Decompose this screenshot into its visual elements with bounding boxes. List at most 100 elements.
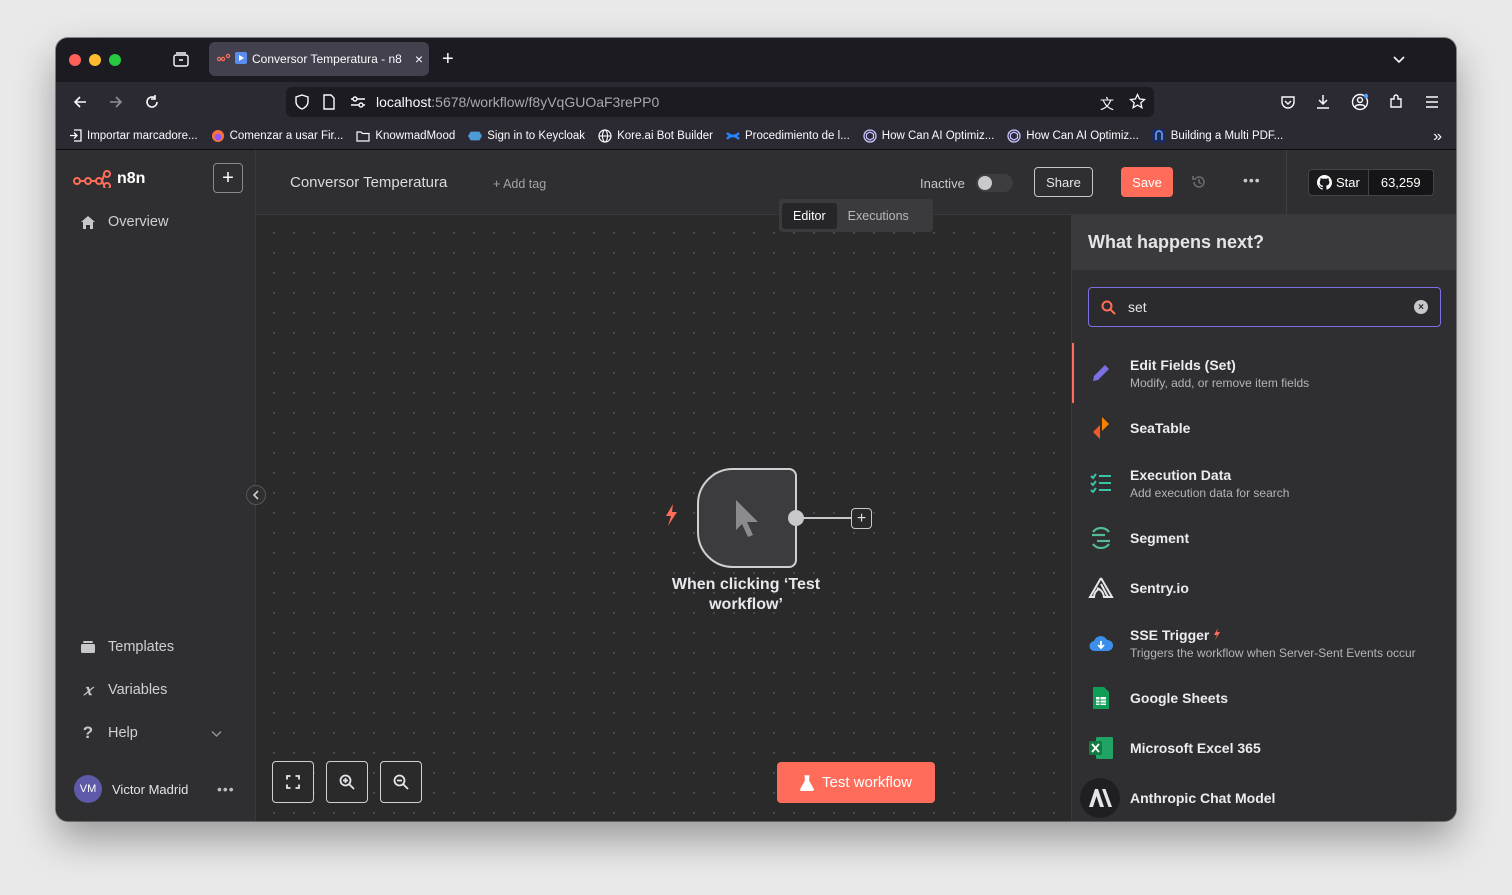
minimize-window-button[interactable] — [89, 54, 101, 66]
list-item-segment[interactable]: Segment — [1072, 513, 1456, 563]
tab-executions[interactable]: Executions — [837, 203, 920, 229]
forward-icon[interactable] — [106, 92, 126, 112]
ai-site-icon — [1007, 128, 1021, 143]
tab-strip: Conversor Temperatura - n8 × + — [56, 38, 1456, 82]
firefox-icon — [211, 129, 225, 143]
shield-icon[interactable] — [294, 94, 310, 115]
permissions-icon[interactable] — [350, 95, 366, 114]
help-icon: ? — [82, 723, 94, 742]
node-search-input[interactable]: set × — [1088, 287, 1441, 327]
sidebar: n8n + Overview Templates 𝑥 Variables ? H… — [56, 150, 256, 821]
bookmark-item[interactable]: Procedimiento de l... — [725, 129, 850, 143]
zoom-out-icon — [393, 774, 409, 790]
play-favicon-icon — [235, 51, 247, 67]
anthropic-icon — [1080, 778, 1120, 818]
workflow-canvas[interactable]: + When clicking ‘Test workflow’ Test wor… — [256, 215, 1071, 821]
list-item-edit-fields[interactable]: Edit Fields (Set) Modify, add, or remove … — [1072, 343, 1456, 403]
workflow-name[interactable]: Conversor Temperatura — [290, 174, 447, 191]
sidebar-item-label: Variables — [108, 682, 168, 698]
collapse-sidebar-button[interactable] — [246, 485, 266, 505]
zoom-out-button[interactable] — [380, 761, 422, 803]
add-tag-button[interactable]: + Add tag — [493, 177, 546, 191]
back-icon[interactable] — [70, 92, 90, 112]
segment-icon — [1088, 525, 1114, 551]
flask-icon — [800, 774, 814, 791]
user-profile[interactable]: VM Victor Madrid — [74, 775, 188, 803]
n8n-app: n8n + Overview Templates 𝑥 Variables ? H… — [56, 150, 1456, 821]
zoom-in-button[interactable] — [326, 761, 368, 803]
menu-icon[interactable] — [1422, 92, 1442, 112]
bookmark-item[interactable]: KnowmadMood — [356, 129, 455, 143]
trigger-bolt-icon — [664, 504, 678, 531]
sidebar-item-variables[interactable]: 𝑥 Variables — [80, 681, 168, 699]
list-item-execution-data[interactable]: Execution Data Add execution data for sea… — [1072, 453, 1456, 513]
bookmark-item[interactable]: Building a Multi PDF... — [1151, 128, 1283, 143]
reload-icon[interactable] — [142, 92, 162, 112]
blog-icon — [1151, 128, 1166, 143]
url-bar[interactable]: localhost:5678/workflow/f8yVqGUOaF3rePP0… — [286, 87, 1154, 117]
checklist-icon — [1088, 470, 1114, 496]
add-workflow-button[interactable]: + — [213, 163, 243, 193]
bookmark-star-icon[interactable] — [1128, 92, 1147, 115]
history-icon[interactable] — [1191, 174, 1207, 195]
browser-tab-active[interactable]: Conversor Temperatura - n8 × — [209, 42, 429, 76]
tab-overview-icon[interactable] — [172, 51, 190, 69]
chevron-down-icon[interactable] — [211, 725, 222, 743]
translate-icon[interactable]: 文 — [1100, 94, 1114, 114]
user-menu-icon[interactable]: ••• — [217, 781, 235, 797]
workflow-menu-icon[interactable]: ••• — [1243, 172, 1261, 188]
manual-trigger-node[interactable] — [697, 468, 797, 568]
bookmarks-bar: Importar marcadore... Comenzar a usar Fi… — [56, 122, 1456, 150]
downloads-icon[interactable] — [1313, 92, 1333, 112]
tab-editor[interactable]: Editor — [782, 202, 837, 229]
test-workflow-label: Test workflow — [821, 774, 913, 791]
sidebar-item-help[interactable]: ? Help — [80, 723, 138, 742]
logo-text: n8n — [117, 170, 146, 187]
chevron-down-icon[interactable] — [1392, 52, 1406, 70]
add-next-node-button[interactable]: + — [851, 508, 872, 529]
zoom-window-button[interactable] — [109, 54, 121, 66]
close-tab-icon[interactable]: × — [409, 51, 429, 67]
list-item-anthropic[interactable]: Anthropic Chat Model — [1072, 773, 1456, 821]
bookmark-item[interactable]: How Can AI Optimiz... — [1007, 128, 1139, 143]
n8n-logo[interactable]: n8n — [73, 170, 145, 188]
sidebar-item-templates[interactable]: Templates — [80, 639, 174, 655]
github-star-label: Star — [1336, 175, 1360, 190]
item-description: Add execution data for search — [1130, 485, 1290, 500]
node-creator-panel: What happens next? set × Edit Fields (Se… — [1071, 215, 1456, 821]
pocket-icon[interactable] — [1278, 92, 1298, 112]
test-workflow-button[interactable]: Test workflow — [777, 762, 935, 803]
fit-view-button[interactable] — [272, 761, 314, 803]
item-description: Modify, add, or remove item fields — [1130, 375, 1310, 390]
item-description: Triggers the workflow when Server-Sent E… — [1130, 645, 1416, 660]
url-text[interactable]: localhost:5678/workflow/f8yVqGUOaF3rePP0 — [376, 94, 659, 110]
active-toggle[interactable] — [976, 174, 1013, 192]
save-button[interactable]: Save — [1121, 167, 1173, 197]
bookmark-item[interactable]: How Can AI Optimiz... — [863, 128, 994, 143]
share-button[interactable]: Share — [1034, 167, 1093, 197]
close-window-button[interactable] — [69, 54, 81, 66]
bookmark-item[interactable]: Sign in to Keycloak — [468, 129, 585, 143]
github-star-button[interactable]: Star 63,259 — [1308, 169, 1434, 196]
tab-title: Conversor Temperatura - n8 — [252, 52, 402, 66]
list-item-excel[interactable]: Microsoft Excel 365 — [1072, 723, 1456, 773]
bookmark-item[interactable]: Comenzar a usar Fir... — [211, 129, 343, 143]
n8n-favicon-icon — [216, 52, 231, 66]
seatable-icon — [1088, 415, 1114, 441]
account-icon[interactable] — [1350, 92, 1370, 112]
extensions-icon[interactable] — [1386, 92, 1406, 112]
list-item-sentry[interactable]: Sentry.io — [1072, 563, 1456, 613]
sidebar-item-overview[interactable]: Overview — [80, 214, 168, 230]
item-name: Google Sheets — [1130, 690, 1229, 706]
new-tab-button[interactable]: + — [442, 48, 454, 70]
github-star-count: 63,259 — [1368, 169, 1434, 196]
bookmarks-overflow-icon[interactable]: » — [1433, 128, 1442, 146]
bookmark-item[interactable]: Importar marcadore... — [68, 129, 198, 143]
bookmark-item[interactable]: Kore.ai Bot Builder — [598, 128, 713, 143]
clear-search-icon[interactable]: × — [1414, 300, 1428, 314]
list-item-sse-trigger[interactable]: SSE Trigger Triggers the workflow when S… — [1072, 613, 1456, 673]
list-item-seatable[interactable]: SeaTable — [1072, 403, 1456, 453]
item-name: Execution Data — [1130, 466, 1232, 483]
item-name: Segment — [1130, 530, 1190, 546]
list-item-google-sheets[interactable]: Google Sheets — [1072, 673, 1456, 723]
